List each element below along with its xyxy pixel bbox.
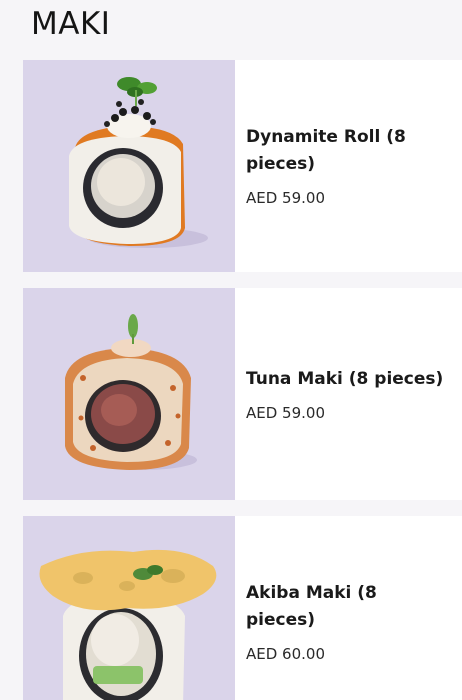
item-info: Tuna Maki (8 pieces) AED 59.00 [235, 288, 446, 500]
menu-page: MAKI Dynamite Roll (8 pieces) AED 59.00 … [0, 0, 462, 700]
section-title: MAKI [31, 6, 111, 42]
item-info: Dynamite Roll (8 pieces) AED 59.00 [235, 60, 446, 272]
item-name[interactable]: Tuna Maki (8 pieces) [246, 366, 446, 393]
item-price: AED 60.00 [246, 645, 325, 663]
menu-item-dynamite-roll[interactable]: Dynamite Roll (8 pieces) AED 59.00 [23, 60, 462, 272]
item-name[interactable]: Akiba Maki (8 pieces) [246, 580, 446, 634]
menu-item-akiba-maki[interactable]: Akiba Maki (8 pieces) AED 60.00 [23, 516, 462, 700]
akiba-maki-photo[interactable] [23, 516, 235, 700]
item-name[interactable]: Dynamite Roll (8 pieces) [246, 124, 446, 178]
tuna-maki-photo[interactable] [23, 288, 235, 500]
dynamite-roll-photo[interactable] [23, 60, 235, 272]
item-price: AED 59.00 [246, 189, 325, 207]
item-price: AED 59.00 [246, 403, 325, 422]
item-info: Akiba Maki (8 pieces) AED 60.00 [235, 516, 446, 700]
menu-item-tuna-maki[interactable]: Tuna Maki (8 pieces) AED 59.00 [23, 288, 462, 500]
